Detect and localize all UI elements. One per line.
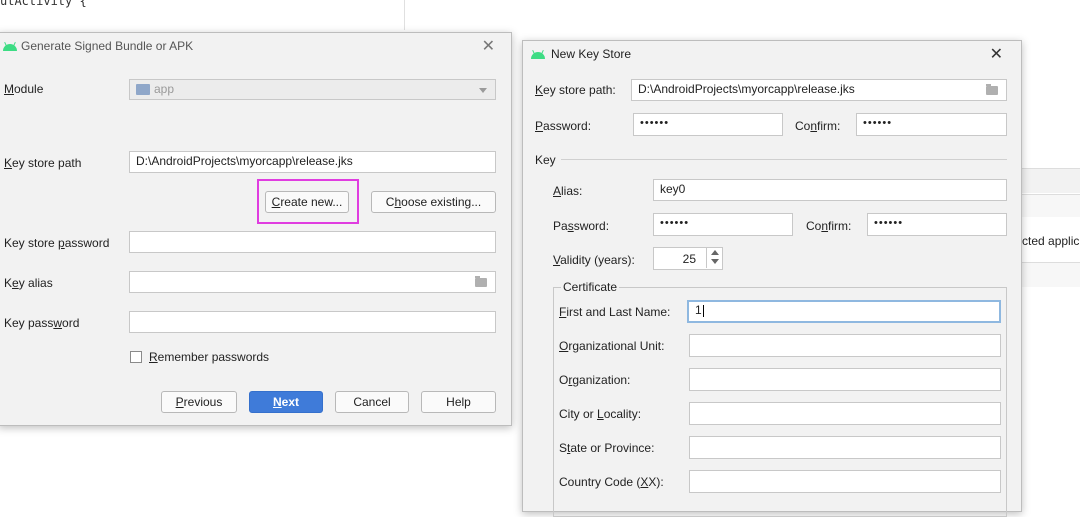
create-new-button[interactable]: Create new... (265, 191, 349, 213)
city-label: City or Locality: (559, 407, 642, 421)
organization-input[interactable] (689, 368, 1001, 391)
alias-input[interactable]: key0 (653, 179, 1007, 201)
key-password-label: Password: (553, 219, 610, 233)
key-confirm-input[interactable]: •••••• (867, 213, 1007, 236)
dialog-title: Generate Signed Bundle or APK (21, 39, 194, 53)
key-confirm-label: Confirm: (806, 219, 852, 233)
dialog-title-bar[interactable]: Generate Signed Bundle or APK ✕ (0, 33, 511, 55)
key-alias-label: Key alias (4, 276, 53, 290)
editor-divider (404, 0, 405, 30)
organizational-unit-input[interactable] (689, 334, 1001, 357)
validity-value: 25 (682, 252, 696, 266)
editor-code-line: utActivity { (0, 0, 87, 8)
password-input[interactable]: •••••• (633, 113, 783, 136)
organizational-unit-label: Organizational Unit: (559, 339, 665, 353)
key-store-path-input[interactable]: D:\AndroidProjects\myorcapp\release.jks (631, 79, 1007, 101)
key-store-password-input[interactable] (129, 231, 496, 253)
new-key-store-dialog: New Key Store ✕ Key store path: D:\Andro… (522, 40, 1022, 517)
first-last-name-input[interactable]: 1 (687, 300, 1001, 323)
generate-signed-dialog: Generate Signed Bundle or APK ✕ Module a… (0, 32, 512, 426)
password-label: Password: (535, 119, 592, 133)
key-alias-input[interactable] (129, 271, 496, 293)
confirm-input[interactable]: •••••• (856, 113, 1007, 136)
module-select[interactable]: app (129, 79, 496, 100)
state-label: State or Province: (559, 441, 655, 455)
module-label: Module (4, 82, 44, 96)
key-password-input[interactable]: •••••• (653, 213, 793, 236)
next-button[interactable]: Next (249, 391, 323, 413)
close-icon[interactable]: ✕ (482, 36, 495, 56)
key-password-input[interactable] (129, 311, 496, 333)
background-table-row (1020, 262, 1080, 287)
background-table-text: cted applic (1022, 234, 1080, 248)
text-cursor (702, 304, 704, 317)
key-section-label: Key (535, 153, 556, 167)
remember-passwords-checkbox[interactable] (130, 351, 142, 363)
folder-icon[interactable] (475, 276, 487, 287)
key-store-path-input[interactable]: D:\AndroidProjects\myorcapp\release.jks (129, 151, 496, 173)
organization-label: Organization: (559, 373, 631, 387)
chevron-down-icon (479, 88, 487, 93)
certificate-legend: Certificate (561, 280, 620, 294)
alias-label: Alias: (553, 184, 583, 198)
validity-label: Validity (years): (553, 253, 635, 267)
key-store-path-label: Key store path: (535, 83, 616, 97)
city-input[interactable] (689, 402, 1001, 425)
confirm-label: Confirm: (795, 119, 841, 133)
key-store-password-label: Key store password (4, 236, 110, 250)
module-value: app (154, 82, 175, 96)
choose-existing-button[interactable]: Choose existing... (371, 191, 496, 213)
country-code-input[interactable] (689, 470, 1001, 493)
background-table-row (1020, 194, 1080, 217)
key-section-divider (561, 159, 1007, 160)
background-table-header (1020, 168, 1080, 193)
first-last-name-value: 1 (695, 303, 702, 317)
close-icon[interactable]: ✕ (990, 44, 1003, 64)
key-password-label: Key password (4, 316, 80, 330)
android-icon (3, 41, 17, 51)
spinner-arrows-icon[interactable] (706, 248, 722, 268)
first-last-name-label: First and Last Name: (559, 305, 671, 319)
remember-passwords-label[interactable]: Remember passwords (149, 350, 269, 364)
app-module-icon (136, 84, 150, 95)
validity-spinner[interactable]: 25 (653, 247, 723, 270)
cancel-button[interactable]: Cancel (335, 391, 409, 413)
folder-icon[interactable] (986, 84, 998, 95)
android-icon (531, 49, 545, 59)
key-store-path-value: D:\AndroidProjects\myorcapp\release.jks (638, 82, 855, 96)
country-code-label: Country Code (XX): (559, 475, 664, 489)
dialog-title-bar[interactable]: New Key Store ✕ (523, 41, 1021, 63)
help-button[interactable]: Help (421, 391, 496, 413)
dialog-title: New Key Store (551, 47, 632, 61)
previous-button[interactable]: Previous (161, 391, 237, 413)
state-input[interactable] (689, 436, 1001, 459)
key-store-path-label: Key store path (4, 156, 82, 170)
